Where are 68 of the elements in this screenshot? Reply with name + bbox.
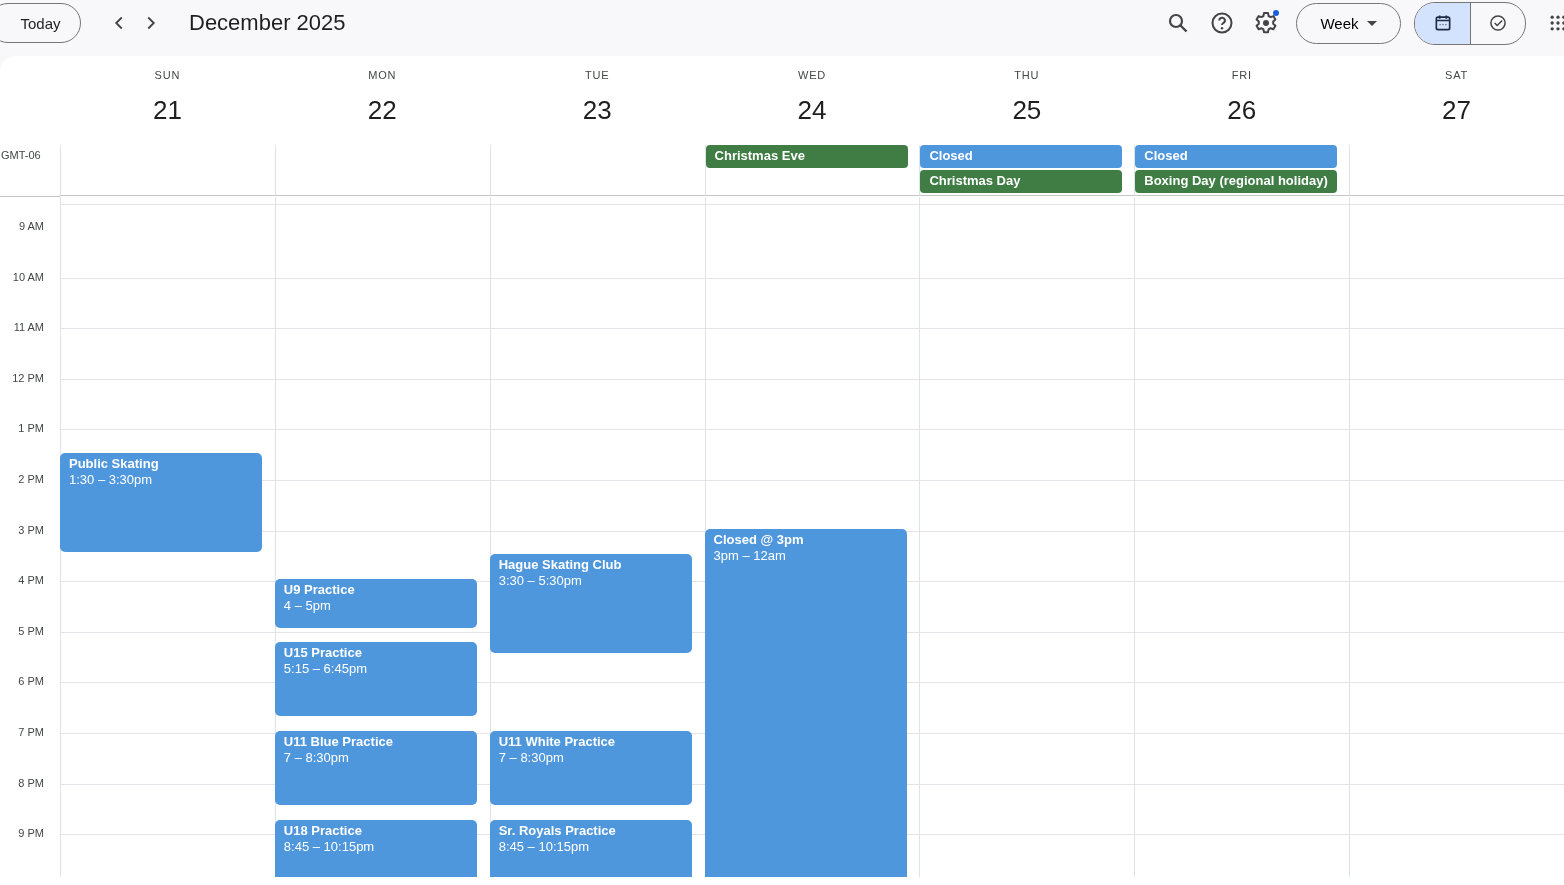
event-card[interactable]: Sr. Royals Practice 8:45 – 10:15pm [489,819,692,877]
calendar-view-button[interactable] [1415,2,1470,44]
hour-label: 5 PM [18,624,44,637]
search-icon [1166,11,1190,35]
event-time: 8:45 – 10:15pm [498,838,591,854]
hour-label: 2 PM [18,472,44,485]
date-number[interactable]: 27 [1442,95,1472,126]
event-title: Public Skating [69,455,160,471]
weekday-label: WED [797,69,827,81]
event-title: U9 Practice [283,582,356,598]
hour-label: 10 AM [12,270,44,283]
date-number[interactable]: 21 [152,95,182,126]
event-time: 3:30 – 5:30pm [498,572,583,588]
weekday-label: SAT [1445,69,1469,81]
weekday-label: TUE [584,69,610,81]
date-number[interactable]: 23 [582,95,612,126]
event-title: U15 Practice [283,645,363,661]
event-card[interactable]: Closed @ 3pm 3pm – 12am [704,528,907,877]
hour-label: 4 PM [18,574,44,587]
hour-label: 1 PM [18,422,44,435]
event-title: Hague Skating Club [498,556,623,572]
weekday-label: THU [1014,69,1040,81]
all-day-event[interactable]: Christmas Eve [705,145,908,168]
hour-label: 9 PM [18,827,44,840]
date-number[interactable]: 26 [1227,95,1257,126]
event-title: Sr. Royals Practice [498,822,617,838]
caret-icon [1366,20,1377,26]
event-card[interactable]: Public Skating 1:30 – 3:30pm [60,452,262,552]
event-title: U11 Blue Practice [283,734,394,749]
grid-icon [1548,13,1564,33]
event-time: 5:15 – 6:45pm [283,661,368,677]
event-time: 3pm – 12am [713,547,787,563]
hour-label: 7 PM [18,725,44,738]
event-card[interactable]: U15 Practice 5:15 – 6:45pm [274,642,477,717]
event-card[interactable]: U18 Practice 8:45 – 10:15pm [274,819,477,877]
date-number[interactable]: 24 [797,95,827,126]
event-title: U11 White Practice [498,734,617,749]
weekday-label: FRI [1231,69,1252,81]
hour-label: 9 AM [18,220,44,232]
event-card[interactable]: U11 Blue Practice 7 – 8:30pm [274,731,477,805]
weekday-label: SUN [154,69,181,81]
hour-label: 6 PM [18,675,44,688]
event-card[interactable]: U9 Practice 4 – 5pm [274,579,477,628]
date-number[interactable]: 25 [1012,95,1042,126]
month-title: December 2025 [189,10,346,36]
hour-label: 8 PM [18,776,44,789]
weekday-label: MON [368,69,397,81]
event-card[interactable]: U11 White Practice 7 – 8:30pm [489,731,692,805]
event-time: 4 – 5pm [283,598,332,614]
hour-label: 11 AM [13,321,44,334]
event-title: Closed @ 3pm [713,531,805,547]
event-time: 7 – 8:30pm [283,750,350,765]
date-number[interactable]: 22 [367,95,397,126]
all-day-event[interactable]: Closed [1135,145,1338,168]
event-title: U18 Practice [283,822,363,838]
event-card[interactable]: Hague Skating Club 3:30 – 5:30pm [489,553,692,654]
hour-label: 3 PM [18,523,44,536]
help-icon [1210,11,1234,35]
settings-icon [1254,11,1278,35]
all-day-event[interactable]: Boxing Day (regional holiday) [1135,170,1338,193]
hour-label: 12 PM [12,371,44,384]
event-time: 7 – 8:30pm [498,750,565,765]
check-circle-icon [1488,13,1508,33]
event-time: 8:45 – 10:15pm [283,838,376,854]
event-time: 1:30 – 3:30pm [69,471,154,487]
all-day-event[interactable]: Christmas Day [920,170,1123,193]
all-day-event[interactable]: Closed [920,145,1123,168]
timezone-label: GMT-06 [1,149,41,161]
